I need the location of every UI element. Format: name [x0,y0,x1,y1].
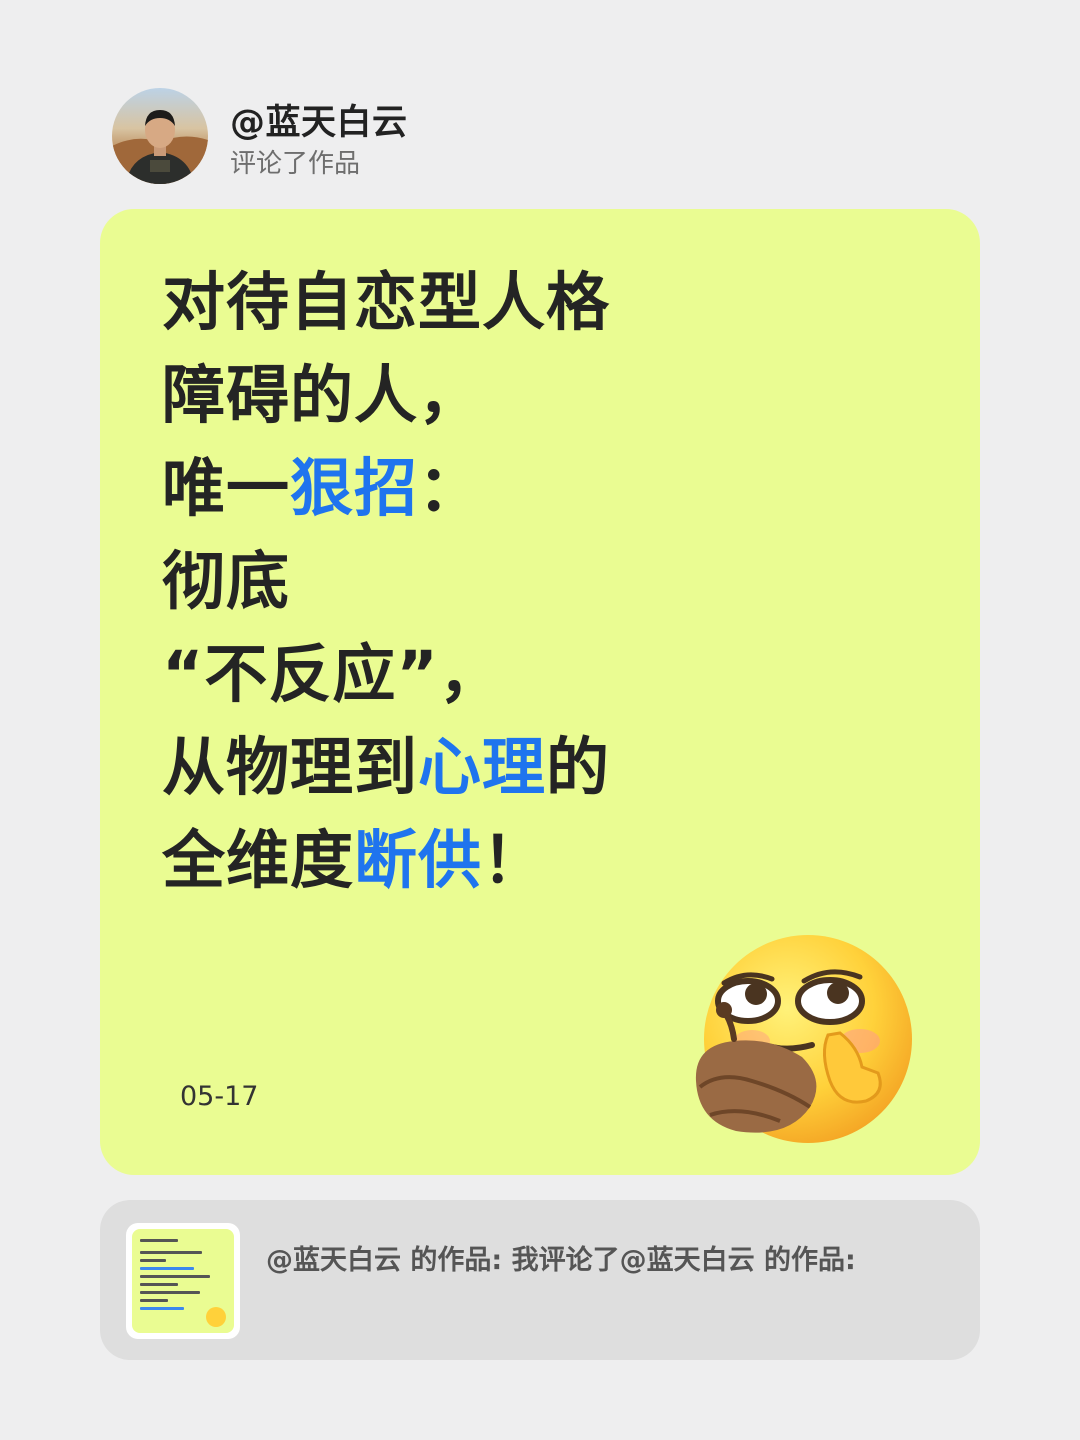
action-label: 评论了作品 [230,149,361,179]
comment-header: @蓝天白云 评论了作品 [112,88,812,188]
headline-text: 障碍的人， [162,359,482,432]
headline-text: ： [418,452,482,525]
referenced-post[interactable]: @蓝天白云 的作品: 我评论了@蓝天白云 的作品: [100,1200,980,1360]
post-thumbnail-image[interactable] [126,1223,240,1339]
headline-text: 的 [546,731,610,804]
comment-card[interactable]: 对待自恋型人格 障碍的人， 唯一狠招： 彻底 “不反应”， 从物理到心理的 全维度断供！ 0… [100,209,980,1175]
headline-accent-text: 心理 [418,731,546,804]
headline-accent-text: 狠招 [290,452,418,525]
smirk-thinking-emoji-icon [695,935,912,1143]
post-date: 05-17 [180,1081,259,1112]
headline-line: 对待自恋型人格 [162,256,882,349]
headline-text: “不反应”， [162,638,503,711]
headline-text: 全维度 [162,824,354,897]
headline-text: 唯一 [162,452,290,525]
headline: 对待自恋型人格 障碍的人， 唯一狠招： 彻底 “不反应”， 从物理到心理的 全维度断供！ [162,256,882,907]
headline-line: “不反应”， [162,628,882,721]
headline-text: ！ [482,824,546,897]
referenced-post-text: @蓝天白云 的作品: 我评论了@蓝天白云 的作品: [266,1245,856,1276]
headline-text: 彻底 [162,545,290,618]
username[interactable]: @蓝天白云 [230,94,408,145]
headline-line: 从物理到心理的 [162,721,882,814]
avatar[interactable] [112,88,208,184]
headline-text: 从物理到 [162,731,418,804]
headline-line: 全维度断供！ [162,814,882,907]
avatar-portrait-icon [112,110,208,184]
headline-line: 彻底 [162,535,882,628]
headline-accent-text: 断供 [354,824,482,897]
headline-text: 对待自恋型人格 [162,266,610,339]
headline-line: 障碍的人， [162,349,882,442]
headline-line: 唯一狠招： [162,442,882,535]
